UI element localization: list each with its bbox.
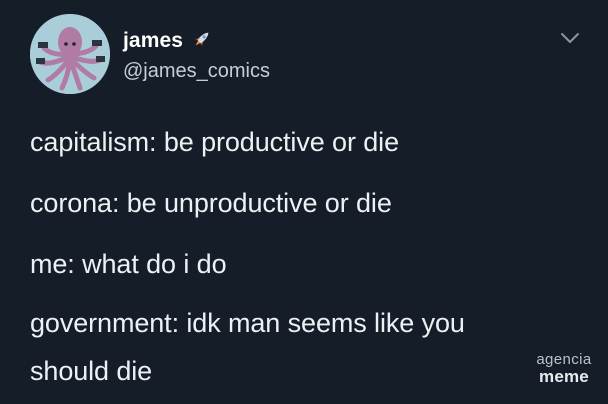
author-name-row: james bbox=[123, 28, 213, 54]
tweet-text-line: corona: be unproductive or die bbox=[30, 188, 392, 218]
tweet-text-line: capitalism: be productive or die bbox=[30, 127, 399, 157]
tweet-card: james @james_comics capitalism: be produ… bbox=[0, 0, 608, 404]
tweet-text-line: should die bbox=[30, 356, 153, 386]
tweet-text-line: me: what do i do bbox=[30, 249, 227, 279]
watermark-top-text: agencia bbox=[536, 351, 592, 368]
rocket-icon bbox=[191, 28, 213, 55]
watermark-bottom-text: meme bbox=[539, 367, 589, 386]
avatar[interactable] bbox=[30, 14, 110, 94]
watermark-logo: agencia meme bbox=[528, 352, 600, 385]
octopus-avatar-image bbox=[30, 14, 110, 94]
chevron-down-icon[interactable] bbox=[559, 30, 581, 46]
tweet-text-line: government: idk man seems like you bbox=[30, 308, 465, 338]
display-name[interactable]: james bbox=[123, 29, 183, 53]
username-handle[interactable]: @james_comics bbox=[123, 60, 270, 83]
